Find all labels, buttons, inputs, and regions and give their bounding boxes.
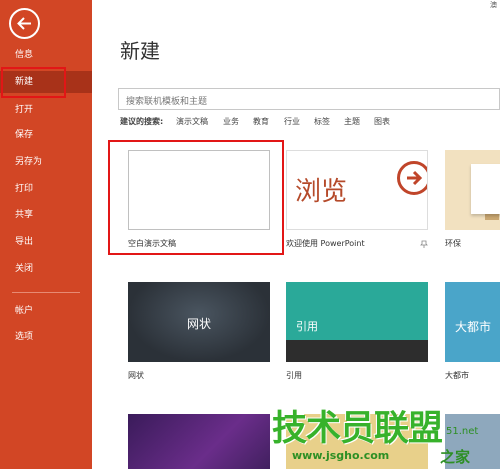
- sidebar-item-export[interactable]: 导出: [0, 231, 92, 253]
- template-caption: 引用: [286, 371, 302, 380]
- sidebar-item-save-as[interactable]: 另存为: [0, 151, 92, 173]
- template-caption: 欢迎使用 PowerPoint: [286, 239, 365, 248]
- annotation-highlight-blank: [108, 140, 284, 255]
- window-corner-text: 澳: [490, 1, 497, 9]
- sidebar-item-account[interactable]: 帐户: [0, 300, 92, 322]
- metro-thumb-text: 大都市: [455, 320, 492, 334]
- pin-icon[interactable]: [420, 240, 428, 248]
- sidebar-item-print[interactable]: 打印: [0, 178, 92, 200]
- back-button[interactable]: [9, 8, 40, 39]
- suggestion-link[interactable]: 标签: [314, 116, 330, 127]
- annotation-highlight-new: [1, 67, 66, 98]
- tour-thumb-text: 浏览: [295, 177, 348, 207]
- watermark-home: 之家: [440, 448, 471, 466]
- sidebar-item-share[interactable]: 共享: [0, 204, 92, 226]
- sidebar-item-close[interactable]: 关闭: [0, 258, 92, 280]
- arrow-left-icon: [17, 17, 31, 30]
- template-thumb-tour[interactable]: 浏览: [286, 150, 428, 230]
- suggestion-link[interactable]: 主题: [344, 116, 360, 127]
- template-thumb-mesh[interactable]: 网状: [128, 282, 270, 362]
- easel-board: [471, 164, 500, 214]
- template-caption: 环保: [445, 239, 461, 248]
- sidebar-divider: [12, 292, 80, 293]
- arrow-right-icon: [397, 161, 427, 195]
- template-caption: 大都市: [445, 371, 469, 380]
- suggestion-link[interactable]: 业务: [223, 116, 239, 127]
- quote-thumb-text: 引用: [296, 320, 318, 333]
- suggestion-link[interactable]: 演示文稿: [176, 116, 208, 127]
- sidebar-item-save[interactable]: 保存: [0, 124, 92, 146]
- mesh-thumb-text: 网状: [186, 317, 211, 331]
- suggestion-link[interactable]: 行业: [284, 116, 300, 127]
- template-search-input[interactable]: [119, 92, 499, 112]
- powerpoint-backstage: 信息 新建 打开 保存 另存为 打印 共享 导出 关闭 帐户 选项 澳 新建 建…: [0, 0, 500, 469]
- sidebar-item-options[interactable]: 选项: [0, 326, 92, 348]
- watermark-site: 51.net: [446, 426, 479, 437]
- template-thumb-metro[interactable]: 大都市: [445, 282, 500, 362]
- template-thumb-quote[interactable]: 引用: [286, 282, 428, 362]
- watermark-url: www.jsgho.com: [292, 449, 390, 462]
- suggestion-link[interactable]: 教育: [253, 116, 269, 127]
- template-search-box[interactable]: [118, 88, 500, 112]
- template-thumb-celestial[interactable]: 天体: [128, 414, 270, 469]
- template-caption: 网状: [128, 371, 144, 380]
- page-title: 新建: [120, 39, 160, 63]
- suggested-searches-label: 建议的搜索:: [120, 117, 164, 126]
- sidebar-item-info[interactable]: 信息: [0, 44, 92, 66]
- template-thumb-eco[interactable]: [445, 150, 500, 230]
- quote-band: [286, 340, 428, 362]
- sidebar-item-open[interactable]: 打开: [0, 99, 92, 121]
- suggestion-link[interactable]: 图表: [374, 116, 390, 127]
- watermark-text: 技术员联盟: [272, 409, 443, 449]
